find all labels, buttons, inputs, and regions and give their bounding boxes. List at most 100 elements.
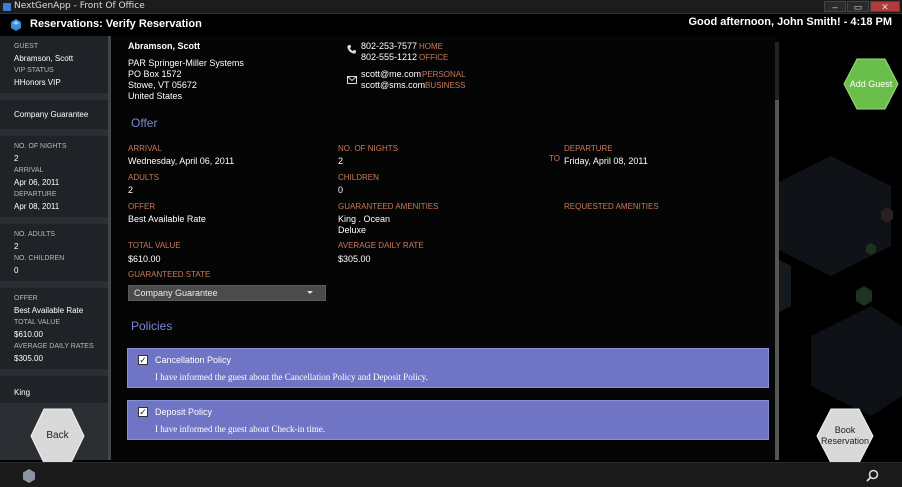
contact-company: PAR Springer-Miller Systems — [128, 58, 244, 68]
window-title: NextGenApp - Front Of Office — [14, 1, 145, 11]
departure-label: DEPARTURE — [14, 191, 57, 198]
page-title: Reservations: Verify Reservation — [30, 18, 202, 30]
reservation-summary-sidebar: GUEST Abramson, Scott VIP STATUS HHonors… — [0, 36, 110, 460]
offer-adr-value: $305.00 — [338, 254, 371, 264]
offer-departure-label: DEPARTURE — [564, 144, 613, 153]
mail-icon — [347, 76, 357, 84]
window-titlebar: NextGenApp - Front Of Office – ▭ ✕ — [0, 0, 902, 14]
greeting-text: Good afternoon, John Smith! - 4:18 PM — [688, 16, 893, 28]
offer-rate-label: OFFER — [128, 202, 156, 211]
offer-nights-value: 2 — [338, 156, 344, 166]
policies-section-title: Policies — [131, 319, 173, 333]
offer-arrival-value: Wednesday, April 06, 2011 — [128, 156, 235, 166]
minimize-button[interactable]: – — [824, 1, 846, 12]
guaranteed-state-value: Company Guarantee — [134, 288, 218, 298]
deposit-policy-checkbox[interactable]: ✓ — [138, 407, 148, 417]
email-business-type: BUSINESS — [425, 81, 466, 90]
email-personal-type: PERSONAL — [422, 70, 466, 79]
offer-total-value: $610.00 — [128, 254, 161, 264]
guest-name: Abramson, Scott — [14, 54, 74, 63]
offer-to-label: TO — [549, 154, 560, 163]
book-label-line1: Book — [834, 425, 856, 435]
children-label: NO. CHILDREN — [14, 255, 65, 262]
chevron-down-icon — [307, 291, 313, 294]
offer-rate-value: Best Available Rate — [128, 214, 206, 224]
offer-children-label: CHILDREN — [338, 173, 379, 182]
children-value: 0 — [14, 266, 19, 275]
offer-adults-value: 2 — [128, 185, 134, 195]
book-label-line2: Reservation — [820, 436, 870, 446]
app-window-icon — [3, 3, 11, 11]
arrival-value: Apr 06, 2011 — [14, 178, 60, 187]
app-logo-icon — [11, 19, 21, 31]
content-scrollbar-thumb[interactable] — [775, 100, 779, 460]
room-value: King — [14, 388, 31, 397]
app-footer — [0, 462, 902, 487]
rate-summary-group: OFFER Best Available Rate TOTAL VALUE $6… — [0, 288, 110, 369]
arrival-label: ARRIVAL — [14, 167, 44, 174]
cancellation-policy-checkbox[interactable]: ✓ — [138, 355, 148, 365]
phone-home: 802-253-7577 — [361, 41, 418, 51]
deposit-policy-description: I have informed the guest about Check-in… — [155, 424, 325, 434]
cancellation-policy-description: I have informed the guest about the Canc… — [155, 372, 428, 382]
vip-status-label: VIP STATUS — [14, 67, 54, 74]
room-summary-group: King — [0, 376, 110, 403]
guaranteed-state-label: GUARANTEED STATE — [128, 270, 211, 279]
guest-summary-group: GUEST Abramson, Scott VIP STATUS HHonors… — [0, 36, 110, 93]
app-header: Reservations: Verify Reservation Good af… — [0, 14, 902, 36]
nights-label: NO. OF NIGHTS — [14, 143, 67, 150]
guarantee-value: Company Guarantee — [14, 110, 89, 119]
email-personal: scott@me.com — [361, 69, 422, 79]
offer-departure-value: Friday, April 08, 2011 — [564, 156, 648, 166]
add-guest-label: Add Guest — [849, 79, 893, 89]
cancellation-policy-card[interactable]: ✓ Cancellation Policy I have informed th… — [127, 348, 769, 388]
occupancy-summary-group: NO. ADULTS 2 NO. CHILDREN 0 — [0, 224, 110, 281]
departure-value: Apr 08, 2011 — [14, 202, 60, 211]
adults-label: NO. ADULTS — [14, 231, 56, 238]
guaranteed-state-dropdown[interactable]: Company Guarantee — [128, 285, 326, 301]
average-daily-rates-value: $305.00 — [14, 354, 43, 363]
deposit-policy-title: Deposit Policy — [155, 407, 213, 417]
guest-label: GUEST — [14, 43, 39, 50]
email-business: scott@sms.com — [361, 80, 426, 90]
phone-office: 802-555-1212 — [361, 52, 418, 62]
average-daily-rates-label: AVERAGE DAILY RATES — [14, 343, 94, 350]
offer-adr-label: AVERAGE DAILY RATE — [338, 241, 424, 250]
verify-reservation-content: Abramson, Scott PAR Springer-Miller Syst… — [111, 36, 776, 460]
vip-status-value: HHonors VIP — [14, 78, 61, 87]
add-guest-button[interactable]: Add Guest — [843, 58, 899, 110]
home-hex-icon[interactable] — [22, 469, 36, 483]
phone-home-type: HOME — [419, 42, 443, 51]
contact-address-line2: Stowe, VT 05672 — [128, 80, 197, 90]
contact-country: United States — [128, 91, 183, 101]
phone-icon — [347, 45, 356, 54]
stay-summary-group: NO. OF NIGHTS 2 ARRIVAL Apr 06, 2011 DEP… — [0, 136, 110, 217]
window-controls: – ▭ ✕ — [824, 1, 900, 12]
cancellation-policy-title: Cancellation Policy — [155, 355, 232, 365]
back-button[interactable]: Back — [30, 408, 85, 464]
offer-nights-label: NO. OF NIGHTS — [338, 144, 398, 153]
guaranteed-amenities-line1: King . Ocean — [338, 214, 391, 224]
guaranteed-amenities-line2: Deluxe — [338, 225, 367, 235]
contact-name: Abramson, Scott — [128, 41, 201, 51]
search-icon[interactable] — [866, 469, 879, 482]
contact-address-line1: PO Box 1572 — [128, 69, 182, 79]
phone-office-type: OFFICE — [419, 53, 449, 62]
total-value-label: TOTAL VALUE — [14, 319, 61, 326]
offer-label: OFFER — [14, 295, 38, 302]
total-value: $610.00 — [14, 330, 43, 339]
deposit-policy-card[interactable]: ✓ Deposit Policy I have informed the gue… — [127, 400, 769, 440]
requested-amenities-label: REQUESTED AMENITIES — [564, 202, 659, 211]
guarantee-group: Company Guarantee — [0, 100, 110, 129]
offer-section-title: Offer — [131, 116, 158, 130]
maximize-button[interactable]: ▭ — [847, 1, 869, 12]
back-label: Back — [46, 430, 69, 441]
offer-adults-label: ADULTS — [128, 173, 159, 182]
close-button[interactable]: ✕ — [870, 1, 900, 12]
content-scrollbar[interactable] — [775, 42, 779, 460]
offer-value: Best Available Rate — [14, 306, 84, 315]
adults-value: 2 — [14, 242, 19, 251]
nights-value: 2 — [14, 154, 19, 163]
book-reservation-button[interactable]: Book Reservation — [816, 408, 874, 464]
offer-children-value: 0 — [338, 185, 344, 195]
